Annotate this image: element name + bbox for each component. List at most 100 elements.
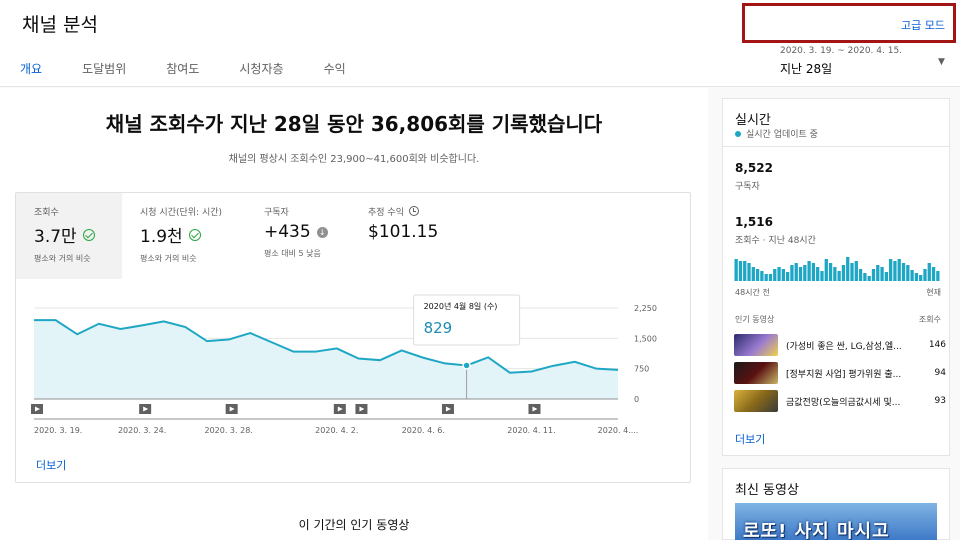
realtime-bar	[863, 273, 867, 281]
tab-revenue[interactable]: 수익	[324, 56, 346, 87]
realtime-bar	[773, 269, 777, 281]
realtime-bar	[854, 261, 858, 281]
video-title: [정부지원 사업] 평가위원 출...	[786, 369, 902, 380]
recent-videos-card: 최신 동영상 로또! 사지 마시고	[722, 468, 950, 540]
realtime-bar	[811, 263, 816, 281]
realtime-bar	[841, 265, 846, 281]
realtime-bar	[734, 259, 738, 281]
realtime-bar	[889, 259, 893, 281]
metrics-card: 조회수 3.7만 평소와 거의 비슷 시청 시간(단위: 시간) 1.9천 평소…	[15, 192, 691, 483]
realtime-bar	[807, 261, 811, 281]
metric-label: 조회수	[34, 208, 59, 218]
realtime-views-label: 조회수 · 지난 48시간	[735, 236, 816, 246]
metric-value: +435	[264, 222, 311, 242]
metric-subscribers[interactable]: 구독자 +435 ↓ 평소 대비 5 낮음	[246, 193, 350, 279]
realtime-bar	[906, 265, 910, 281]
realtime-bar	[846, 257, 850, 281]
popular-videos-title: 이 기간의 인기 동영상	[298, 518, 410, 532]
list-item[interactable]: (가성비 좋은 싼, LG,삼성,엘... 146	[734, 333, 948, 357]
y-tick-label: 1,500	[634, 334, 657, 343]
realtime-bar	[901, 263, 906, 281]
realtime-bar	[768, 274, 773, 281]
views-chart[interactable]: 2,250 1,500 750 0 2020년 4월 8일 (수) 829 2020. 3.…	[16, 281, 690, 441]
tab-engagement[interactable]: 참여도	[166, 56, 199, 87]
realtime-bar	[910, 270, 914, 281]
recent-videos-title: 최신 동영상	[735, 483, 799, 498]
realtime-bar	[936, 271, 940, 281]
realtime-card: 실시간 실시간 업데이트 중 8,522 구독자 1,516 조회수 · 지난 …	[722, 98, 950, 456]
hover-point	[462, 361, 471, 370]
x-tick-label: 2020. 4....	[598, 426, 639, 435]
realtime-bar	[884, 272, 888, 281]
metric-note: 평소와 거의 비슷	[34, 254, 91, 263]
metric-note: 평소와 거의 비슷	[140, 254, 197, 263]
header: 채널 분석 개요 도달범위 참여도 시청자층 수익 고급 모드 2020. 3.…	[0, 0, 960, 93]
video-thumbnail	[734, 390, 778, 412]
realtime-more-link[interactable]: 더보기	[735, 431, 765, 447]
metric-note: 평소 대비 5 낮음	[264, 249, 321, 258]
realtime-bar	[919, 275, 923, 281]
realtime-bar	[816, 267, 820, 281]
live-dot-icon	[735, 131, 741, 137]
video-views: 94	[934, 368, 946, 378]
realtime-bar	[820, 271, 824, 281]
recent-video-thumbnail[interactable]: 로또! 사지 마시고	[735, 503, 937, 540]
realtime-bar	[850, 263, 854, 281]
realtime-bar	[914, 273, 919, 281]
realtime-bar	[893, 261, 897, 281]
date-period-select[interactable]: 지난 28일	[780, 60, 832, 77]
tooltip-value: 829	[424, 319, 453, 337]
realtime-bar	[828, 263, 833, 281]
x-tick-label: 2020. 4. 2.	[315, 426, 358, 435]
metric-label: 구독자	[264, 208, 289, 218]
realtime-bar	[764, 274, 768, 281]
tab-audience[interactable]: 시청자층	[239, 56, 283, 87]
popular-videos-header: 인기 동영상	[735, 315, 775, 324]
dropdown-arrow-icon[interactable]: ▼	[938, 57, 945, 67]
metric-views[interactable]: 조회수 3.7만 평소와 거의 비슷	[16, 193, 122, 279]
realtime-bar	[747, 263, 751, 281]
list-item[interactable]: 금값전망(오늘의금값시세 및... 93	[734, 389, 948, 413]
subscriber-label: 구독자	[735, 182, 760, 192]
realtime-bar	[755, 269, 760, 281]
subline: 채널의 평상시 조회수인 23,900~41,600회와 비슷합니다.	[228, 154, 480, 165]
y-tick-label: 0	[634, 395, 639, 404]
tab-overview[interactable]: 개요	[11, 56, 51, 93]
realtime-bar	[803, 265, 807, 281]
axis-left-label: 48시간 전	[735, 288, 770, 297]
realtime-bar	[880, 267, 884, 281]
metric-value: 1.9천	[140, 227, 183, 247]
realtime-bar	[833, 267, 837, 281]
metric-label: 시청 시간(단위: 시간)	[140, 208, 223, 218]
more-link[interactable]: 더보기	[36, 457, 66, 473]
realtime-bar	[858, 269, 863, 281]
advanced-mode-highlight: 고급 모드	[742, 3, 956, 43]
realtime-bar	[743, 261, 747, 281]
realtime-bar	[927, 263, 931, 281]
realtime-bar	[897, 259, 901, 281]
axis-right-label: 현재	[926, 288, 941, 297]
studio-analytics-page: 채널 분석 개요 도달범위 참여도 시청자층 수익 고급 모드 2020. 3.…	[0, 0, 960, 540]
x-tick-label: 2020. 4. 11.	[507, 426, 555, 435]
realtime-bar-chart[interactable]	[734, 255, 940, 281]
realtime-bar	[923, 269, 927, 281]
tab-reach[interactable]: 도달범위	[82, 56, 126, 87]
check-circle-icon	[188, 228, 201, 241]
video-views: 146	[928, 340, 946, 350]
metric-watch-time[interactable]: 시청 시간(단위: 시간) 1.9천 평소와 거의 비슷	[122, 193, 246, 279]
advanced-mode-link[interactable]: 고급 모드	[901, 17, 945, 33]
realtime-bar	[781, 269, 785, 281]
realtime-bar	[777, 267, 781, 281]
views-column-header: 조회수	[918, 315, 941, 324]
list-item[interactable]: [정부지원 사업] 평가위원 출... 94	[734, 361, 948, 385]
metric-revenue[interactable]: 추정 수익 $101.15	[350, 193, 470, 279]
tab-bar: 개요 도달범위 참여도 시청자층 수익	[11, 56, 386, 93]
realtime-views: 1,516	[735, 215, 773, 229]
live-status: 실시간 업데이트 중	[735, 127, 818, 140]
realtime-bar	[751, 267, 755, 281]
tooltip-date: 2020년 4월 8일 (수)	[424, 301, 498, 311]
metric-label: 추정 수익	[368, 208, 404, 218]
check-circle-icon	[82, 228, 95, 241]
arrow-down-circle-icon: ↓	[316, 226, 328, 238]
video-thumbnail	[734, 334, 778, 356]
